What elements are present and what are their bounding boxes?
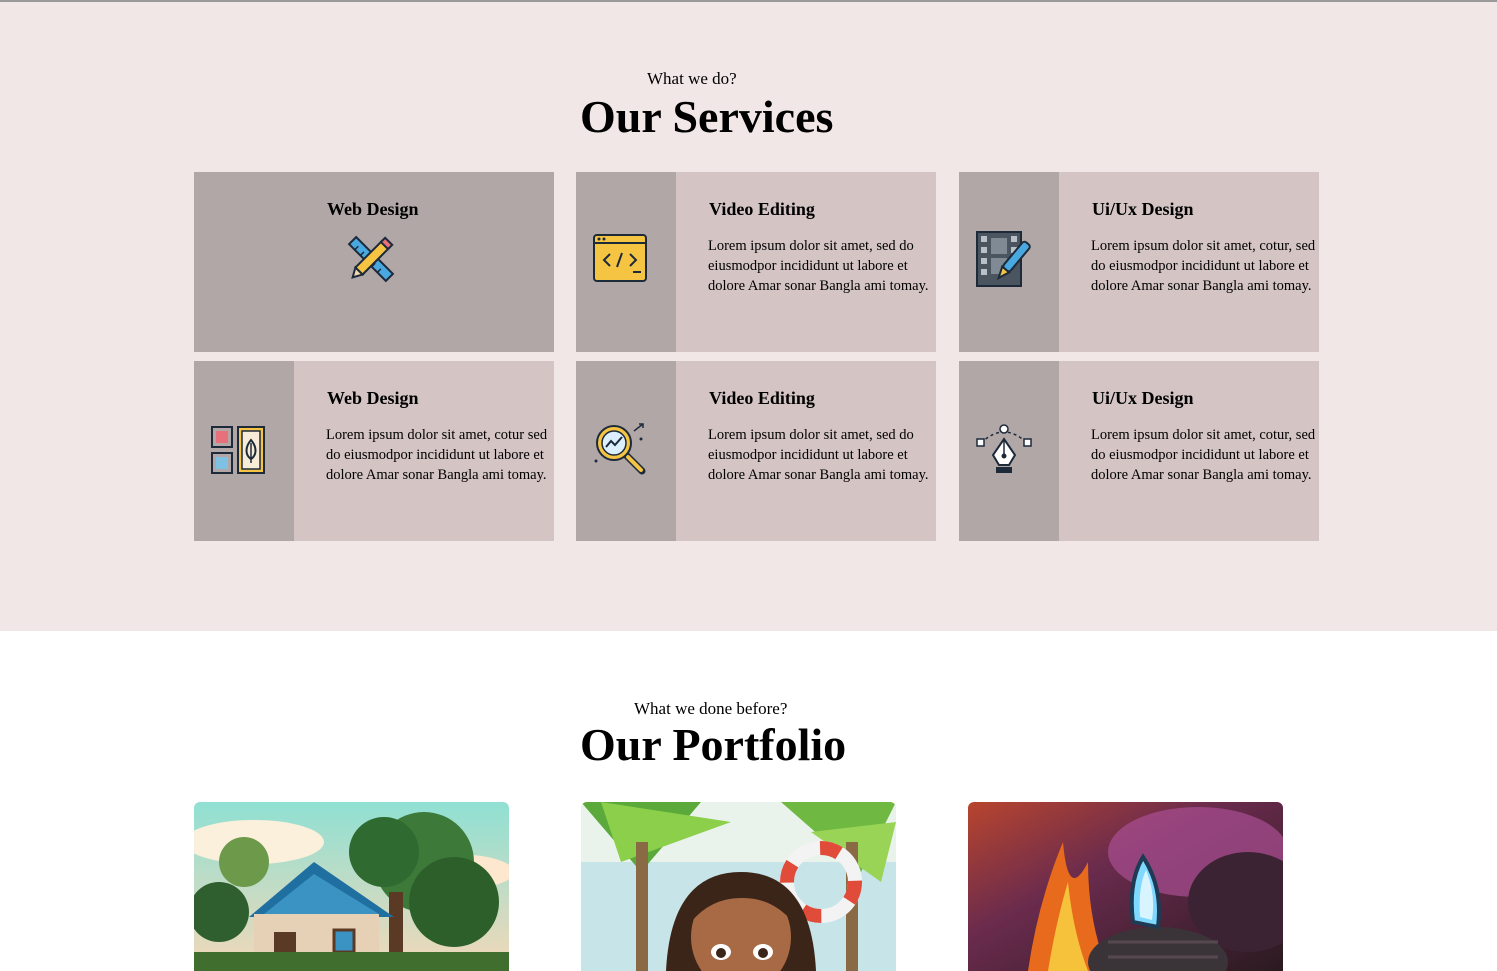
- service-card-text: Lorem ipsum dolor sit amet, sed do eiusm…: [708, 427, 929, 483]
- portfolio-image-beach-girl[interactable]: [581, 802, 896, 971]
- service-card-uiux-design-2[interactable]: Ui/Ux Design Lorem ipsum dolor sit amet,…: [959, 361, 1319, 541]
- portfolio-eyebrow: What we done before?: [634, 699, 788, 718]
- service-card-text: Lorem ipsum dolor sit amet, cotur, sed d…: [1091, 427, 1316, 483]
- service-card-text: Lorem ipsum dolor sit amet, cotur, sed d…: [1091, 238, 1316, 294]
- service-card-title: Web Design: [327, 199, 419, 219]
- service-card-title: Ui/Ux Design: [1092, 388, 1194, 408]
- service-card-title: Video Editing: [709, 388, 815, 408]
- film-brush-icon: [976, 231, 1031, 287]
- service-card-web-design[interactable]: Web Design: [194, 172, 554, 352]
- magnifier-analytics-icon: [594, 423, 646, 475]
- service-card-video-editing[interactable]: Video Editing Lorem ipsum dolor sit amet…: [576, 172, 936, 352]
- ruler-pencil-icon: [347, 235, 395, 283]
- service-card-text: Lorem ipsum dolor sit amet, sed do eiusm…: [708, 238, 929, 294]
- portfolio-title: Our Portfolio: [580, 719, 847, 770]
- pen-tool-icon: [976, 424, 1032, 473]
- service-card-web-design-2[interactable]: Web Design Lorem ipsum dolor sit amet, c…: [194, 361, 554, 541]
- service-card-title: Ui/Ux Design: [1092, 199, 1194, 219]
- service-card-text: Lorem ipsum dolor sit amet, cotur sed do…: [326, 427, 548, 483]
- portfolio-image-cottage[interactable]: [194, 802, 509, 971]
- layout-grid-icon: [211, 426, 265, 474]
- services-eyebrow: What we do?: [647, 69, 737, 88]
- service-card-video-editing-2[interactable]: Video Editing Lorem ipsum dolor sit amet…: [576, 361, 936, 541]
- service-card-title: Video Editing: [709, 199, 815, 219]
- services-section: What we do? Our Services Web Design Vide…: [0, 2, 1497, 631]
- portfolio-image-fire-explosion[interactable]: [968, 802, 1283, 971]
- service-card-title: Web Design: [327, 388, 419, 408]
- service-card-uiux-design[interactable]: Ui/Ux Design Lorem ipsum dolor sit amet,…: [959, 172, 1319, 352]
- services-title: Our Services: [580, 91, 834, 142]
- code-window-icon: [593, 234, 647, 282]
